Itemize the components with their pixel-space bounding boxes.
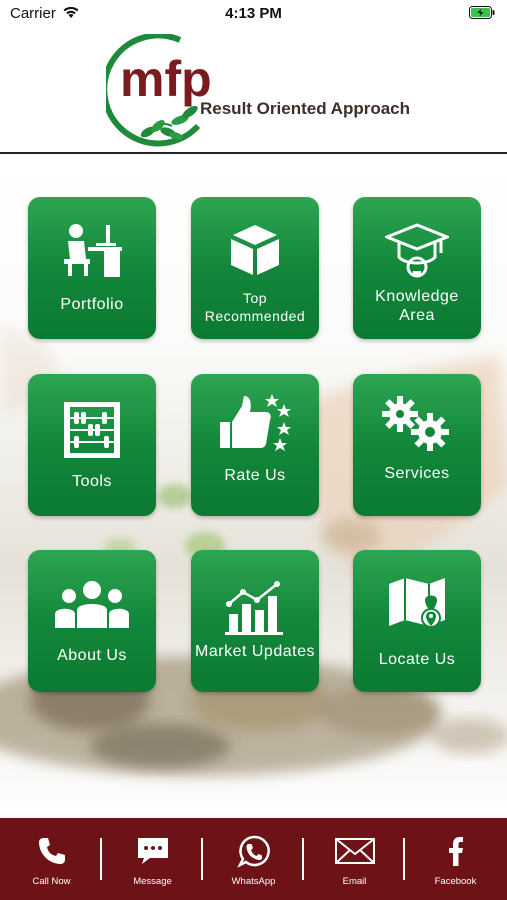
tile-label: Portfolio: [60, 296, 124, 313]
tile-label: Tools: [72, 473, 112, 490]
graduation-cap-icon: [385, 223, 449, 278]
facebook-button[interactable]: Facebook: [405, 818, 506, 900]
tile-rate-us[interactable]: Rate Us: [191, 374, 319, 516]
app-header: mfp Result Oriented Approach: [0, 28, 507, 154]
message-icon: [137, 838, 168, 864]
facebook-label: Facebook: [434, 876, 477, 887]
tile-tools[interactable]: Tools: [28, 374, 156, 516]
logo-tagline: Result Oriented Approach: [200, 99, 411, 118]
tile-label: Knowledge Area: [375, 288, 459, 324]
thumbs-up-stars-icon: [220, 394, 291, 451]
status-bar: Carrier 4:13 PM: [0, 0, 507, 28]
tile-services[interactable]: Services: [353, 374, 481, 516]
facebook-icon: [448, 837, 463, 866]
mfp-logo: mfp Result Oriented Approach: [101, 32, 416, 148]
tile-about-us[interactable]: About Us: [28, 550, 156, 692]
call-now-label: Call Now: [32, 876, 71, 887]
gears-icon: [382, 396, 449, 451]
tile-knowledge-area[interactable]: Knowledge Area: [353, 197, 481, 339]
desk-worker-icon: [64, 224, 122, 277]
clock: 4:13 PM: [225, 5, 282, 22]
tile-label: Locate Us: [378, 651, 456, 668]
tile-market-updates[interactable]: Market Updates: [191, 550, 319, 692]
abacus-icon: [64, 402, 120, 458]
tile-label: About Us: [57, 647, 127, 664]
whatsapp-label: WhatsApp: [231, 876, 276, 887]
box-icon: [231, 225, 279, 275]
mfp-logo-graphic: mfp: [101, 32, 212, 147]
map-pin-icon: [389, 578, 445, 628]
whatsapp-button[interactable]: WhatsApp: [203, 818, 304, 900]
bottom-action-bar: Call Now Message WhatsApp Email Facebook: [0, 818, 507, 900]
phone-icon: [38, 838, 65, 864]
tile-locate-us[interactable]: Locate Us: [353, 550, 481, 692]
main-menu: Portfolio Top Recommended Knowledge Area: [0, 156, 507, 818]
whatsapp-icon: [236, 835, 270, 868]
email-label: Email: [342, 876, 367, 887]
growth-chart-icon: [225, 581, 283, 635]
battery-charging-icon: [469, 6, 495, 19]
group-icon: [55, 581, 129, 628]
email-icon: [334, 838, 375, 864]
call-now-button[interactable]: Call Now: [1, 818, 102, 900]
tile-label: Rate Us: [224, 467, 286, 484]
tile-label: Services: [384, 465, 450, 482]
tile-label: Top Recommended: [204, 290, 306, 324]
email-button[interactable]: Email: [304, 818, 405, 900]
message-label: Message: [133, 876, 172, 887]
tile-label: Market Updates: [195, 643, 315, 660]
tile-top-recommended[interactable]: Top Recommended: [191, 197, 319, 339]
message-button[interactable]: Message: [102, 818, 203, 900]
tile-portfolio[interactable]: Portfolio: [28, 197, 156, 339]
logo-text: mfp: [120, 51, 212, 107]
